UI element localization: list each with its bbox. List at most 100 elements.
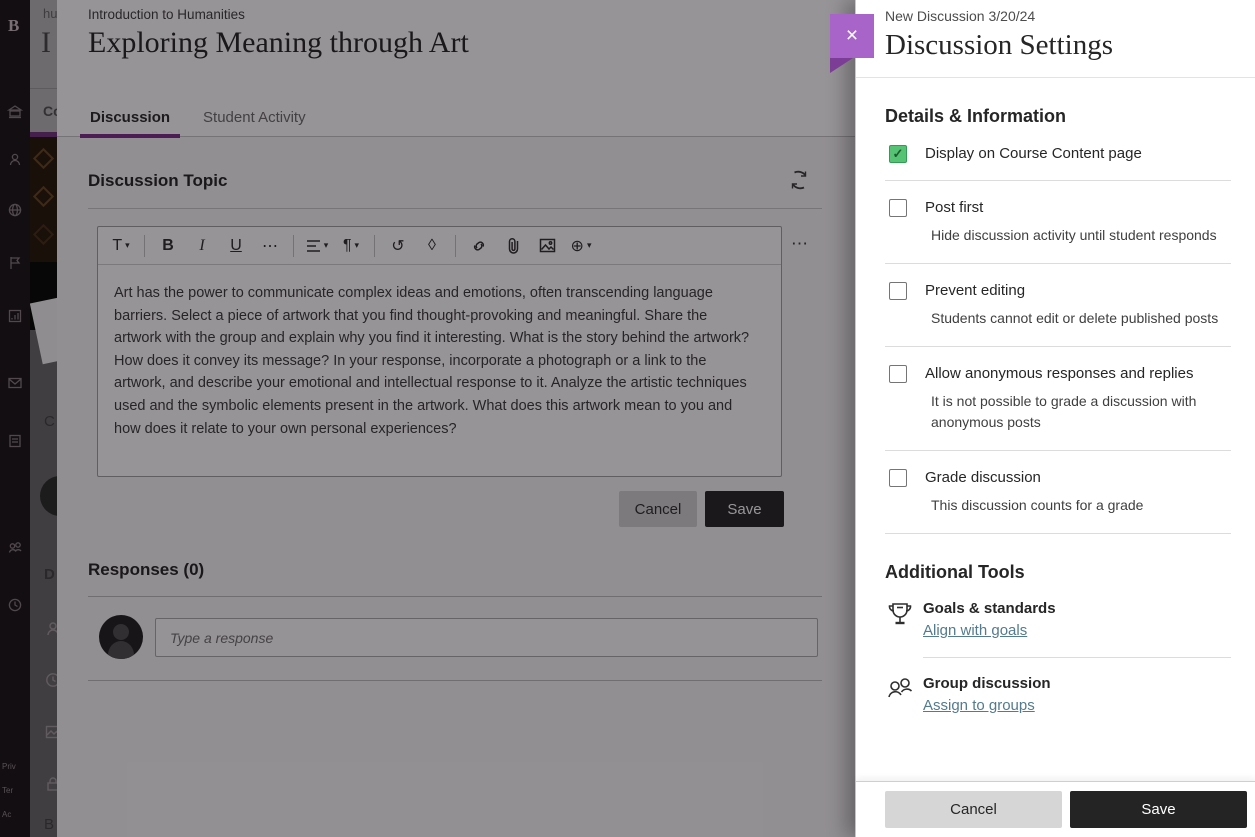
option-display-on-course-content: ✓ Display on Course Content page bbox=[885, 144, 1231, 163]
checkbox-unchecked[interactable]: ✓ bbox=[889, 199, 907, 217]
groups-icon[interactable] bbox=[7, 540, 23, 556]
divider bbox=[885, 346, 1231, 347]
italic-button[interactable]: I bbox=[187, 231, 217, 261]
settings-content: Details & Information ✓ Display on Cours… bbox=[856, 106, 1255, 715]
background-title-fragment: I bbox=[41, 26, 51, 60]
align-button[interactable]: ▾ bbox=[302, 231, 332, 261]
user-avatar bbox=[99, 615, 143, 659]
clock-icon[interactable] bbox=[7, 597, 23, 613]
response-input[interactable] bbox=[155, 618, 818, 657]
toolbar-separator bbox=[374, 235, 375, 257]
page: B Priv Ter Ac hu I Co C D B bbox=[0, 0, 1255, 837]
paragraph-style-button[interactable]: ¶▾ bbox=[336, 231, 366, 261]
messages-icon[interactable] bbox=[7, 375, 23, 391]
checkbox-unchecked[interactable]: ✓ bbox=[889, 365, 907, 383]
refresh-icon[interactable] bbox=[784, 165, 814, 195]
clear-formatting-button[interactable]: ◊ bbox=[417, 231, 447, 261]
background-course-page: hu I Co C D B bbox=[30, 0, 57, 837]
option-description: Hide discussion activity until student r… bbox=[931, 225, 1217, 246]
settings-eyebrow: New Discussion 3/20/24 bbox=[885, 8, 1231, 24]
option-post-first: ✓ Post first Hide discussion activity un… bbox=[885, 198, 1231, 246]
discussion-panel: Introduction to Humanities Exploring Mea… bbox=[57, 0, 855, 837]
settings-header: New Discussion 3/20/24 Discussion Settin… bbox=[856, 0, 1255, 78]
option-label[interactable]: Allow anonymous responses and replies bbox=[925, 364, 1231, 382]
accessibility-link-fragment[interactable]: Ac bbox=[2, 810, 11, 819]
tab-discussion[interactable]: Discussion bbox=[80, 98, 180, 137]
background-tab-fragment: Co bbox=[43, 103, 57, 119]
lock-icon bbox=[44, 775, 57, 793]
privacy-link-fragment[interactable]: Priv bbox=[2, 762, 16, 771]
topic-save-button[interactable]: Save bbox=[705, 491, 784, 527]
tab-student-activity[interactable]: Student Activity bbox=[193, 98, 316, 137]
globe-icon[interactable] bbox=[7, 202, 23, 218]
institution-icon[interactable] bbox=[7, 104, 23, 120]
background-heading-fragment: C bbox=[44, 413, 55, 430]
settings-title: Discussion Settings bbox=[885, 29, 1231, 62]
terms-link-fragment[interactable]: Ter bbox=[2, 786, 13, 795]
close-icon[interactable]: × bbox=[830, 14, 874, 58]
option-description: Students cannot edit or delete published… bbox=[931, 308, 1218, 329]
checkbox-checked[interactable]: ✓ bbox=[889, 145, 907, 163]
media-icon bbox=[44, 723, 57, 741]
underline-button[interactable]: U bbox=[221, 231, 251, 261]
checkbox-unchecked[interactable]: ✓ bbox=[889, 469, 907, 487]
option-grade-discussion: ✓ Grade discussion This discussion count… bbox=[885, 468, 1231, 516]
option-label[interactable]: Post first bbox=[925, 198, 1217, 216]
discussion-topic-heading: Discussion Topic bbox=[88, 171, 228, 191]
tab-bar: Discussion Student Activity bbox=[57, 98, 855, 137]
tool-title: Group discussion bbox=[923, 675, 1051, 692]
divider bbox=[885, 180, 1231, 181]
text-style-button[interactable]: T▾ bbox=[106, 231, 136, 261]
bold-button[interactable]: B bbox=[153, 231, 183, 261]
course-banner-image bbox=[30, 137, 57, 262]
group-icon bbox=[885, 675, 915, 707]
more-text-formats-button[interactable]: ⋯ bbox=[255, 231, 285, 261]
app-nav-rail: B Priv Ter Ac bbox=[0, 0, 30, 837]
tool-title: Goals & standards bbox=[923, 600, 1056, 617]
option-prevent-editing: ✓ Prevent editing Students cannot edit o… bbox=[885, 281, 1231, 329]
divider bbox=[88, 596, 822, 597]
divider bbox=[885, 533, 1231, 534]
divider bbox=[885, 450, 1231, 451]
insert-link-button[interactable] bbox=[464, 231, 494, 261]
background-breadcrumb-fragment: hu bbox=[43, 6, 57, 21]
discussion-topic-body[interactable]: Art has the power to communicate complex… bbox=[98, 265, 773, 457]
insert-image-button[interactable] bbox=[532, 231, 562, 261]
close-button-fold bbox=[830, 58, 853, 73]
settings-footer: Cancel Save bbox=[856, 781, 1255, 837]
background-avatar bbox=[40, 476, 57, 516]
attach-file-button[interactable] bbox=[498, 231, 528, 261]
participants-icon bbox=[44, 620, 57, 638]
tasks-icon[interactable] bbox=[7, 433, 23, 449]
option-label[interactable]: Prevent editing bbox=[925, 281, 1218, 299]
responses-heading: Responses (0) bbox=[88, 560, 204, 580]
banner-photo-fragment bbox=[30, 298, 57, 364]
option-label[interactable]: Grade discussion bbox=[925, 468, 1143, 486]
flag-icon[interactable] bbox=[7, 255, 23, 271]
divider bbox=[885, 263, 1231, 264]
trophy-icon bbox=[885, 600, 915, 632]
checkbox-unchecked[interactable]: ✓ bbox=[889, 282, 907, 300]
rich-text-editor[interactable]: T▾ B I U ⋯ ▾ ¶▾ ↺ ◊ ⊕▾ Art has the power… bbox=[97, 226, 782, 477]
toolbar-overflow-icon[interactable]: ⋯ bbox=[791, 234, 809, 254]
tools-section-heading: Additional Tools bbox=[885, 562, 1231, 583]
insert-content-button[interactable]: ⊕▾ bbox=[566, 231, 596, 261]
settings-cancel-button[interactable]: Cancel bbox=[885, 791, 1062, 828]
page-title: Exploring Meaning through Art bbox=[88, 26, 469, 60]
option-description: It is not possible to grade a discussion… bbox=[931, 391, 1231, 433]
option-label[interactable]: Display on Course Content page bbox=[925, 144, 1142, 162]
tool-group-discussion: Group discussion Assign to groups bbox=[885, 675, 1231, 715]
app-logo[interactable]: B bbox=[8, 16, 19, 36]
assign-to-groups-link[interactable]: Assign to groups bbox=[923, 697, 1035, 714]
due-date-icon bbox=[44, 671, 57, 689]
details-section-heading: Details & Information bbox=[885, 106, 1231, 127]
grades-icon[interactable] bbox=[7, 308, 23, 324]
topic-cancel-button[interactable]: Cancel bbox=[619, 491, 697, 527]
settings-save-button[interactable]: Save bbox=[1070, 791, 1247, 828]
profile-icon[interactable] bbox=[7, 152, 23, 168]
toolbar-separator bbox=[455, 235, 456, 257]
breadcrumb[interactable]: Introduction to Humanities bbox=[88, 7, 245, 22]
align-with-goals-link[interactable]: Align with goals bbox=[923, 622, 1027, 639]
undo-button[interactable]: ↺ bbox=[383, 231, 413, 261]
divider bbox=[88, 208, 822, 209]
